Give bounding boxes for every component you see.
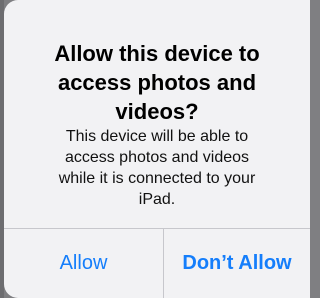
alert-body: Allow this device to access photos and v…: [4, 0, 310, 226]
dont-allow-button[interactable]: Don’t Allow: [164, 229, 310, 298]
alert-message: This device will be able to access photo…: [58, 128, 256, 208]
alert-title: Allow this device to access photos and v…: [54, 41, 260, 124]
permission-alert-dialog: Allow this device to access photos and v…: [4, 0, 310, 298]
allow-button[interactable]: Allow: [4, 229, 163, 298]
